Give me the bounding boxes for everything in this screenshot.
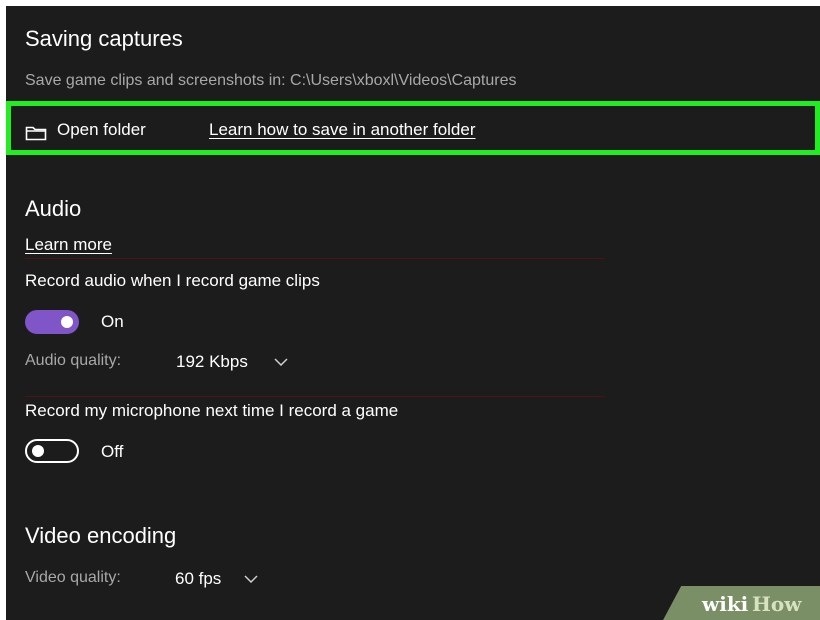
audio-quality-label: Audio quality: xyxy=(25,352,122,369)
divider xyxy=(25,258,605,259)
record-mic-label: Record my microphone next time I record … xyxy=(25,401,399,420)
folder-icon xyxy=(25,126,47,141)
record-mic-state: Off xyxy=(101,442,124,461)
record-audio-label: Record audio when I record game clips xyxy=(25,271,320,290)
audio-learn-more-link[interactable]: Learn more xyxy=(25,235,112,255)
record-audio-toggle[interactable] xyxy=(25,310,79,334)
open-folder-button[interactable]: Open folder xyxy=(57,120,146,140)
saving-captures-title: Saving captures xyxy=(25,26,183,51)
chevron-down-icon[interactable] xyxy=(244,575,258,583)
chevron-down-icon[interactable] xyxy=(274,358,288,366)
video-encoding-title: Video encoding xyxy=(25,523,177,548)
video-quality-dropdown[interactable]: 60 fps xyxy=(175,569,221,589)
watermark-wiki: wiki xyxy=(702,592,749,616)
video-quality-label: Video quality: xyxy=(25,569,121,586)
divider xyxy=(25,396,605,397)
record-audio-state: On xyxy=(101,312,124,331)
audio-quality-dropdown[interactable]: 192 Kbps xyxy=(176,352,248,372)
learn-save-folder-link[interactable]: Learn how to save in another folder xyxy=(209,120,476,140)
watermark-how: How xyxy=(752,592,802,616)
toggle-knob xyxy=(61,316,73,328)
toggle-knob xyxy=(32,445,44,457)
record-mic-toggle[interactable] xyxy=(25,439,79,463)
settings-panel: Saving captures Save game clips and scre… xyxy=(6,6,820,620)
captures-location-text: Save game clips and screenshots in: C:\U… xyxy=(25,72,517,89)
wikihow-watermark: wiki How xyxy=(662,586,820,620)
audio-title: Audio xyxy=(25,196,82,221)
